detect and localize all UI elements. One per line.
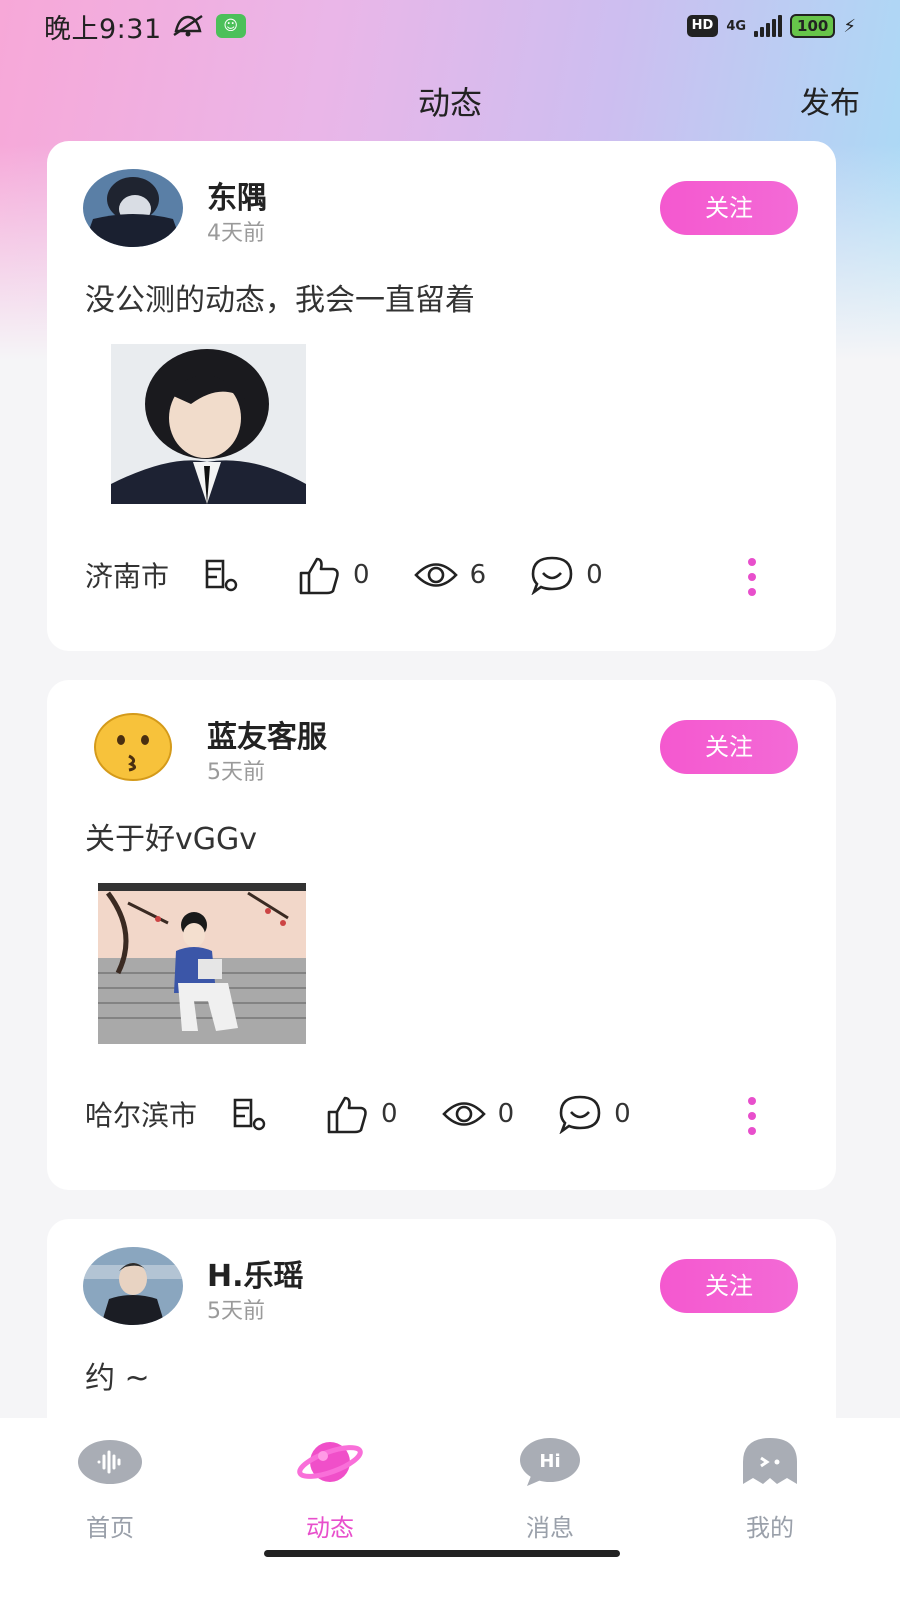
location-icon[interactable] (229, 1096, 281, 1132)
comment-button[interactable]: 0 (558, 1094, 631, 1134)
post-footer: 哈尔滨市 0 0 0 (85, 1092, 675, 1136)
tab-label: 我的 (746, 1514, 794, 1542)
views-stat: 0 (441, 1099, 515, 1129)
eye-icon (441, 1102, 486, 1126)
page-title: 动态 (417, 84, 482, 122)
profile-icon (737, 1436, 803, 1488)
comment-count: 0 (614, 1099, 631, 1129)
bottom-tab-bar: 首页 动态 Hi 消息 我的 (0, 1418, 900, 1600)
like-count: 0 (353, 560, 370, 590)
thumbs-up-icon (327, 1096, 367, 1134)
status-time: 晚上9:31 (44, 13, 162, 45)
avatar[interactable] (83, 1247, 183, 1325)
post-city: 哈尔滨市 (85, 1099, 198, 1132)
top-nav: 动态 发布 (0, 70, 900, 124)
signal-icon (754, 15, 783, 37)
battery-indicator: 100 (790, 14, 836, 38)
post-text: 约 ~ (85, 1361, 150, 1396)
publish-button[interactable]: 发布 (800, 78, 860, 122)
tab-messages[interactable]: Hi 消息 (490, 1436, 610, 1543)
tab-home[interactable]: 首页 (50, 1436, 170, 1543)
post-image[interactable] (98, 883, 306, 1044)
views-stat: 6 (413, 560, 487, 590)
follow-button[interactable]: 关注 (660, 1259, 798, 1313)
svg-text:Hi: Hi (539, 1451, 560, 1472)
message-icon: Hi (517, 1436, 583, 1488)
mute-icon (170, 13, 206, 39)
status-bar: 晚上9:31 ☺ HD 4G 100 ⚡ (0, 0, 900, 52)
tab-label: 首页 (86, 1514, 134, 1542)
tab-label: 消息 (526, 1514, 574, 1542)
post-text: 关于好vGGv (85, 822, 258, 857)
comment-count: 0 (586, 560, 603, 590)
avatar[interactable] (83, 169, 183, 247)
home-indicator[interactable] (264, 1550, 620, 1557)
thumbs-up-icon (299, 557, 339, 595)
post-city: 济南市 (85, 560, 170, 593)
post-time: 4天前 (207, 221, 265, 246)
post-footer: 济南市 0 6 0 (85, 553, 647, 597)
avatar[interactable] (83, 708, 183, 786)
post-card[interactable]: 东隅 4天前 关注 没公测的动态，我会一直留着 济南市 0 6 0 (47, 141, 836, 651)
view-count: 0 (497, 1099, 515, 1129)
username[interactable]: 东隅 (207, 173, 267, 217)
eye-icon (413, 563, 458, 587)
comment-icon (559, 1095, 601, 1134)
post-card[interactable]: 蓝友客服 5天前 关注 关于好vGGv 哈尔滨市 0 0 0 (47, 680, 836, 1190)
more-options-icon[interactable] (748, 1097, 756, 1135)
post-image[interactable] (111, 344, 306, 504)
tab-label: 动态 (306, 1514, 354, 1542)
username[interactable]: 蓝友客服 (207, 712, 327, 756)
like-button[interactable]: 0 (325, 1094, 398, 1134)
home-icon (77, 1436, 143, 1488)
comment-icon (531, 556, 573, 595)
hd-badge: HD (686, 15, 719, 37)
comment-button[interactable]: 0 (530, 555, 603, 595)
post-time: 5天前 (207, 760, 265, 785)
tab-profile[interactable]: 我的 (710, 1436, 830, 1543)
like-button[interactable]: 0 (297, 555, 370, 595)
like-count: 0 (381, 1099, 398, 1129)
app-notification-icon: ☺ (215, 14, 246, 38)
username[interactable]: H.乐瑶 (207, 1251, 304, 1295)
view-count: 6 (469, 560, 487, 590)
post-time: 5天前 (207, 1299, 265, 1324)
follow-button[interactable]: 关注 (660, 181, 798, 235)
tab-feed[interactable]: 动态 (270, 1436, 390, 1543)
location-icon[interactable] (201, 557, 253, 593)
post-text: 没公测的动态，我会一直留着 (85, 283, 475, 318)
more-options-icon[interactable] (748, 558, 756, 596)
planet-icon (297, 1436, 363, 1488)
network-type: 4G (726, 18, 747, 34)
charging-icon: ⚡ (843, 15, 856, 37)
follow-button[interactable]: 关注 (660, 720, 798, 774)
